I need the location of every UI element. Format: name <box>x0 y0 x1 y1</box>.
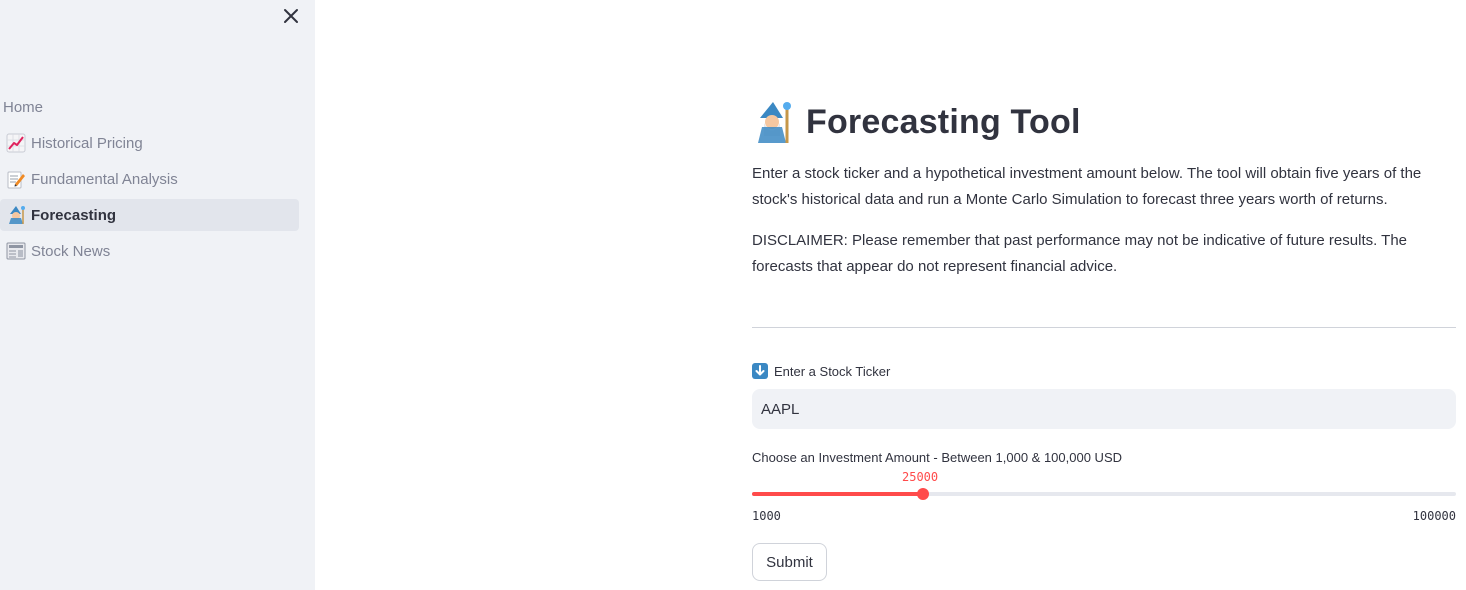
down-arrow-icon <box>752 363 768 379</box>
sidebar-item-forecasting[interactable]: Forecasting <box>0 199 299 231</box>
newspaper-icon <box>5 241 27 261</box>
sidebar-item-label: Fundamental Analysis <box>31 170 178 188</box>
divider <box>752 327 1456 328</box>
submit-button[interactable]: Submit <box>752 543 827 581</box>
sidebar-item-label: Home <box>3 98 44 116</box>
ticker-input[interactable] <box>752 389 1456 429</box>
sidebar-item-label: Stock News <box>31 242 111 260</box>
slider-thumb[interactable] <box>917 488 929 500</box>
wizard-icon <box>5 205 27 225</box>
investment-slider-label: Choose an Investment Amount - Between 1,… <box>752 450 1123 465</box>
ticker-label: Enter a Stock Ticker <box>774 363 891 379</box>
slider-fill <box>752 492 923 496</box>
sidebar-item-stock-news[interactable]: Stock News <box>0 235 300 267</box>
ticker-label-row: Enter a Stock Ticker <box>752 363 890 379</box>
wizard-icon <box>752 100 792 144</box>
sidebar-item-label: Forecasting <box>31 206 117 224</box>
slider-min-label: 1000 <box>752 509 781 523</box>
slider-value: 25000 <box>902 470 939 484</box>
close-icon <box>284 9 298 23</box>
close-sidebar-button[interactable] <box>279 4 303 28</box>
disclaimer-text: DISCLAIMER: Please remember that past pe… <box>752 232 1408 275</box>
sidebar-item-historical-pricing[interactable]: Historical Pricing <box>0 127 300 159</box>
sidebar-item-label: Historical Pricing <box>31 134 143 152</box>
sidebar-nav: Home Historical Pricing Fundamental Anal… <box>0 91 300 271</box>
intro-text: Enter a stock ticker and a hypothetical … <box>752 165 1422 208</box>
chart-increasing-icon <box>5 133 27 153</box>
memo-icon <box>5 169 27 189</box>
page-header: Forecasting Tool <box>752 100 1081 144</box>
sidebar: Home Historical Pricing Fundamental Anal… <box>0 0 315 590</box>
sidebar-item-home[interactable]: Home <box>0 91 300 123</box>
slider-max-label: 100000 <box>1412 509 1456 523</box>
page-title: Forecasting Tool <box>806 102 1081 141</box>
sidebar-item-fundamental-analysis[interactable]: Fundamental Analysis <box>0 163 300 195</box>
